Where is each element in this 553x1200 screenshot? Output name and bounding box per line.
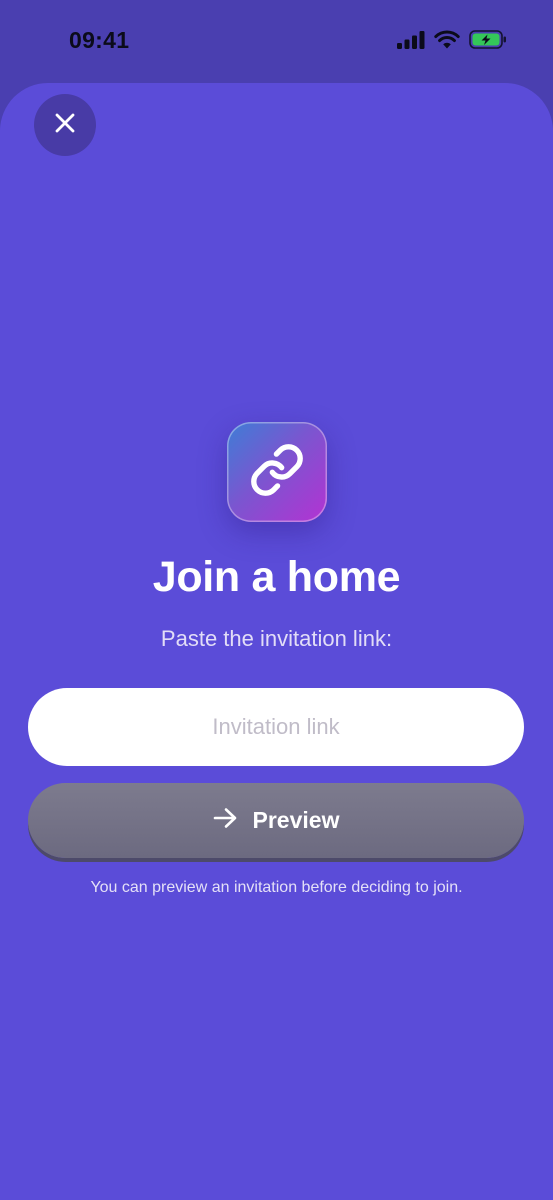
link-icon [249, 442, 305, 503]
preview-button[interactable]: Preview [28, 783, 524, 858]
hint-text: You can preview an invitation before dec… [90, 879, 463, 896]
invitation-link-input[interactable] [28, 688, 524, 766]
subtitle: Paste the invitation link: [160, 626, 393, 651]
page-title: Join a home [152, 553, 401, 601]
arrow-right-icon [213, 807, 239, 834]
preview-button-label: Preview [252, 807, 340, 833]
status-icons [397, 30, 507, 54]
close-icon [54, 112, 76, 139]
battery-charging-icon [469, 30, 507, 54]
app-icon [227, 422, 327, 522]
signal-icon [397, 30, 425, 54]
wifi-icon [434, 30, 460, 54]
status-time: 09:41 [69, 27, 130, 53]
close-button[interactable] [34, 94, 96, 156]
status-bar: 09:41 [0, 0, 553, 82]
